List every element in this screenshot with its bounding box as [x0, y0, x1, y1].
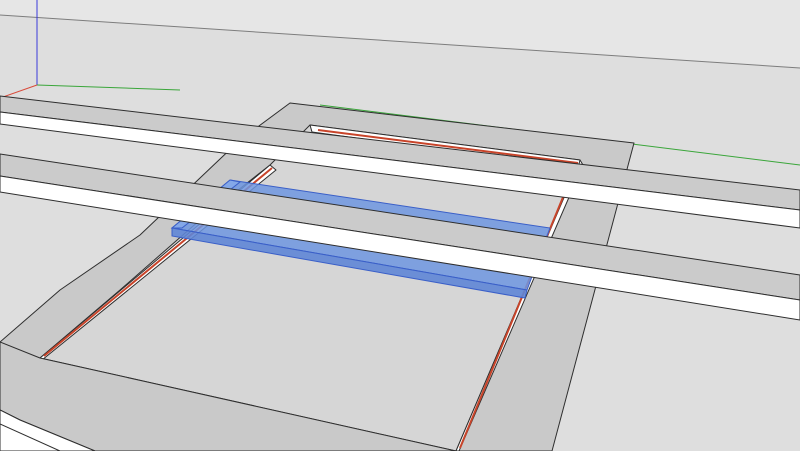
modeling-viewport[interactable]: [0, 0, 800, 451]
scene-canvas[interactable]: [0, 0, 800, 451]
